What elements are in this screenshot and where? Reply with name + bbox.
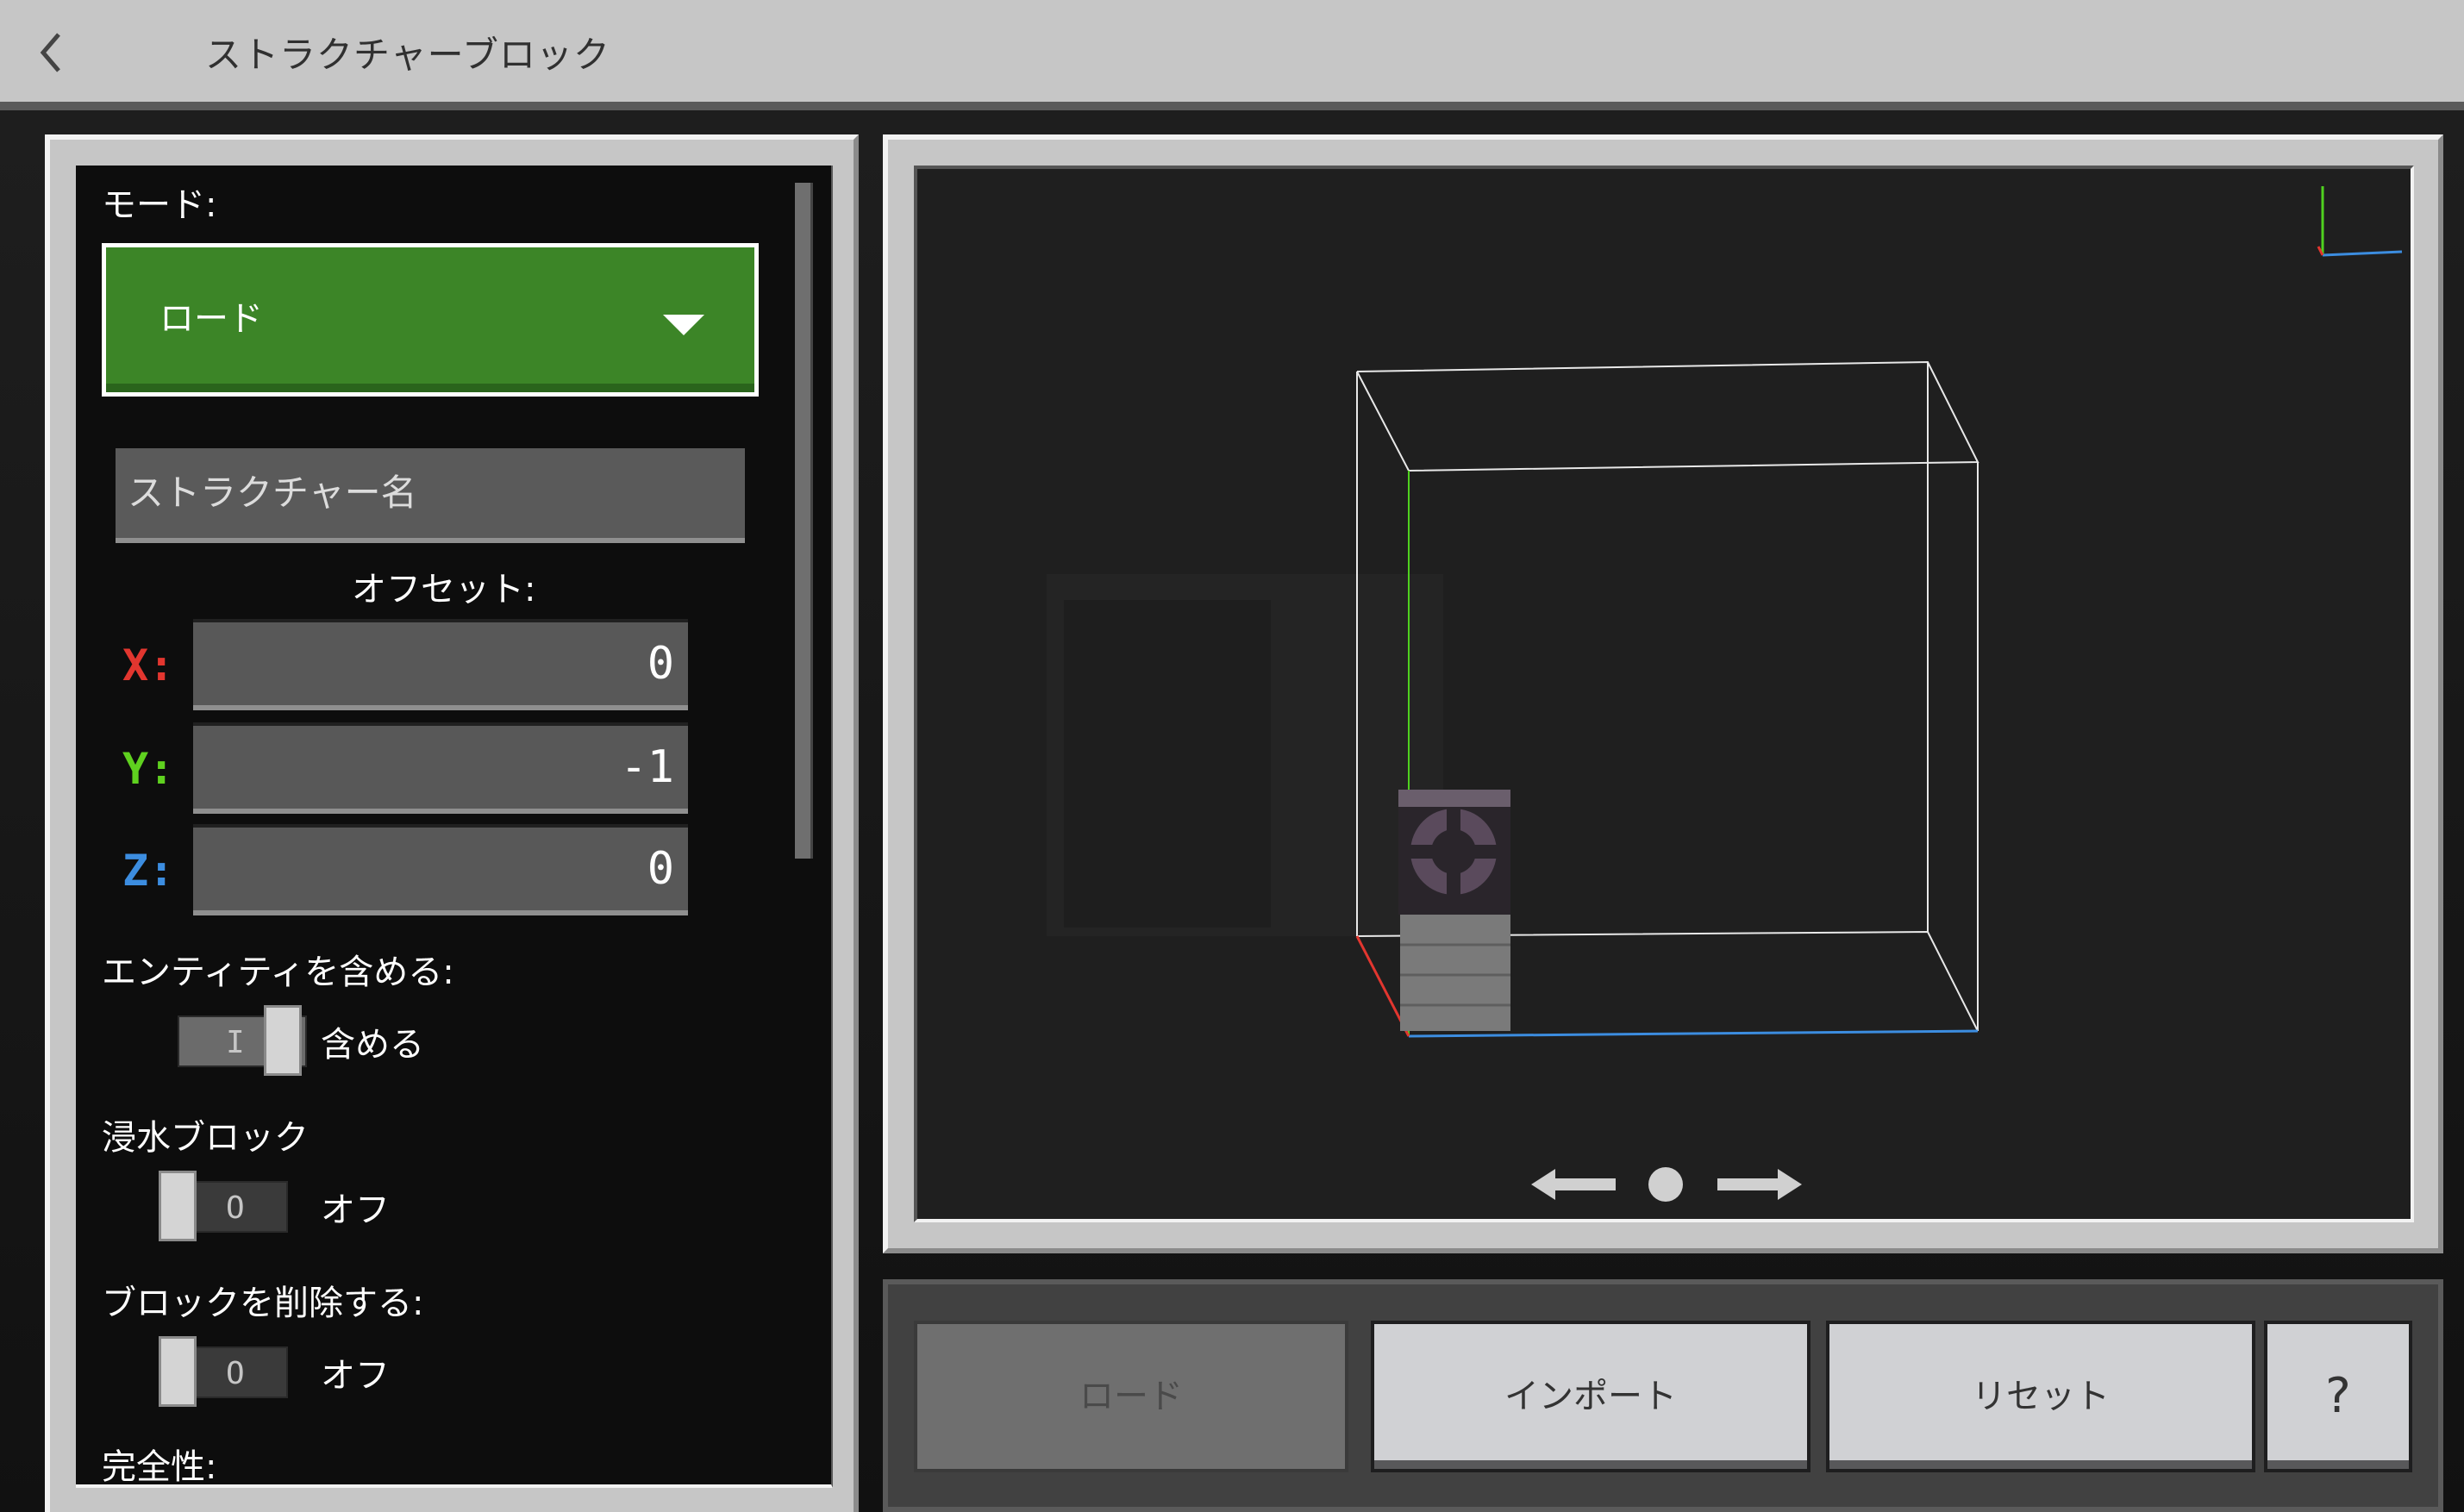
mode-dropdown[interactable]: ロード xyxy=(102,243,759,397)
reset-button[interactable]: リセット xyxy=(1826,1321,2255,1472)
chevron-left-icon xyxy=(40,33,60,72)
mode-dropdown-value: ロード xyxy=(159,299,263,339)
waterlogged-toggle[interactable]: O xyxy=(159,1171,288,1241)
mode-label: モード: xyxy=(102,185,217,225)
triangle-down-icon xyxy=(663,315,704,335)
offset-z-input[interactable]: 0 xyxy=(193,824,688,915)
load-button[interactable]: ロード xyxy=(914,1321,1348,1472)
rotate-arrows-icon xyxy=(1531,1167,1802,1202)
structure-block-bottom xyxy=(1400,915,1510,1031)
offset-x-label: X: xyxy=(122,640,175,690)
toggle-off-mark-icon: O xyxy=(226,1356,245,1391)
background-block-face xyxy=(1064,600,1271,928)
waterlogged-state: オフ xyxy=(321,1190,390,1230)
axis-gizmo-icon xyxy=(2317,186,2403,257)
settings-scrollbar-thumb[interactable] xyxy=(795,183,813,859)
include-entities-state: 含める xyxy=(321,1025,424,1065)
toggle-on-mark-icon: I xyxy=(226,1025,245,1060)
remove-blocks-toggle[interactable]: O xyxy=(159,1336,288,1407)
offset-z-label: Z: xyxy=(122,846,175,896)
structure-name-input[interactable]: ストラクチャー名 xyxy=(116,448,745,543)
include-entities-label: エンティティを含める: xyxy=(102,953,454,992)
back-button[interactable] xyxy=(31,22,74,83)
structure-preview-viewport[interactable] xyxy=(914,166,2414,1222)
waterlogged-label: 浸水ブロック xyxy=(102,1118,309,1158)
toggle-knob xyxy=(264,1005,302,1076)
import-button[interactable]: インポート xyxy=(1371,1321,1810,1472)
structure-preview-render xyxy=(1047,186,2403,1202)
offset-x-input[interactable]: 0 xyxy=(193,619,688,710)
help-button[interactable]: ? xyxy=(2264,1321,2412,1472)
integrity-label: 完全性: xyxy=(102,1447,217,1484)
offset-y-input[interactable]: -1 xyxy=(193,722,688,814)
toggle-knob xyxy=(159,1336,197,1407)
page-title: ストラクチャーブロック xyxy=(205,34,611,76)
include-entities-toggle[interactable]: I xyxy=(178,1005,307,1076)
z-axis-line xyxy=(1408,1029,1979,1038)
offset-y-label: Y: xyxy=(122,744,175,794)
toggle-off-mark-icon: O xyxy=(226,1190,245,1226)
title-bar: ストラクチャーブロック xyxy=(0,0,2464,105)
offset-label: オフセット: xyxy=(352,570,536,609)
remove-blocks-state: オフ xyxy=(321,1356,390,1396)
structure-block-top xyxy=(1398,790,1510,915)
header-divider xyxy=(0,102,2464,110)
remove-blocks-label: ブロックを削除する: xyxy=(102,1284,424,1323)
toggle-knob xyxy=(159,1171,197,1241)
